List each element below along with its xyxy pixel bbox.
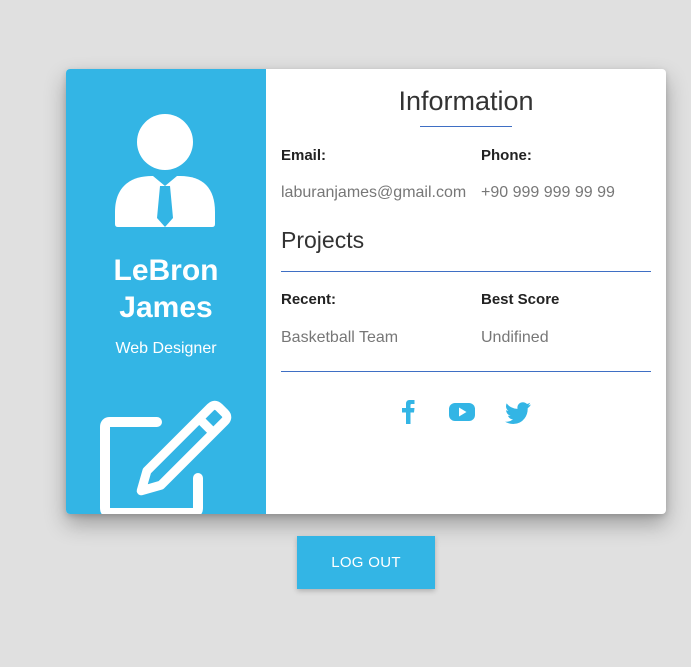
phone-value: +90 999 999 99 99 [481, 184, 615, 201]
details-panel: Information Email: laburanjames@gmail.co… [266, 69, 666, 514]
recent-value: Basketball Team [281, 329, 399, 346]
email-value: laburanjames@gmail.com [281, 184, 467, 201]
projects-title: Projects [281, 227, 365, 253]
profile-card: LeBron James Web Designer Information Em… [66, 69, 666, 514]
facebook-icon[interactable] [397, 396, 419, 426]
youtube-icon[interactable] [447, 396, 477, 426]
user-role: Web Designer [115, 340, 217, 357]
best-score-value: Undifined [481, 329, 549, 346]
social-divider [281, 371, 651, 372]
user-last-name: James [119, 291, 213, 324]
information-title: Information [398, 86, 534, 116]
email-label: Email: [281, 147, 327, 164]
information-title-underline [420, 126, 512, 127]
user-first-name: LeBron [113, 254, 219, 287]
edit-icon[interactable] [100, 398, 232, 514]
best-score-label: Best Score [481, 291, 560, 308]
user-avatar-icon [115, 114, 215, 227]
user-name: LeBron James [66, 252, 266, 326]
logout-button[interactable]: LOG OUT [297, 536, 435, 589]
twitter-icon[interactable] [505, 396, 533, 426]
recent-label: Recent: [281, 291, 337, 308]
projects-divider [281, 271, 651, 272]
phone-label: Phone: [481, 147, 532, 164]
profile-sidebar: LeBron James Web Designer [66, 69, 266, 514]
